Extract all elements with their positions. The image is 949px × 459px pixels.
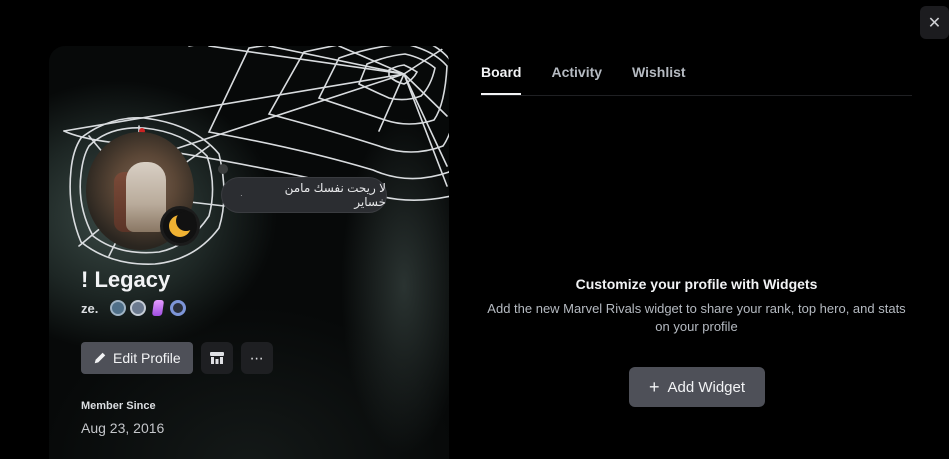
shop-icon [209, 352, 224, 364]
tab-divider [481, 95, 912, 96]
custom-status-text: لا ريحت نفسك مامن خساير [284, 181, 386, 209]
boost-level-icon[interactable] [170, 300, 187, 316]
pencil-icon [94, 352, 106, 364]
profile-card: · لا ريحت نفسك مامن خساير ! Legacy ze. E… [49, 46, 449, 459]
boost-gem-icon[interactable] [152, 300, 165, 316]
edit-profile-button[interactable]: Edit Profile [81, 342, 193, 374]
profile-actions: Edit Profile ⋯ [81, 342, 273, 374]
add-widget-label: Add Widget [667, 378, 746, 396]
idle-status-indicator [160, 206, 200, 246]
hypesquad-icon[interactable] [110, 300, 127, 316]
custom-status-bubble[interactable]: · لا ريحت نفسك مامن خساير [221, 177, 387, 213]
profile-tabs: Board Activity Wishlist [481, 64, 686, 95]
add-widget-button[interactable]: + Add Widget [629, 367, 765, 407]
member-since-date: Aug 23, 2016 [81, 420, 165, 436]
username-row: ze. [81, 300, 187, 316]
tab-wishlist[interactable]: Wishlist [632, 64, 686, 95]
edit-profile-label: Edit Profile [113, 350, 181, 366]
nitro-icon[interactable] [130, 300, 147, 316]
status-lead-dot: · [240, 190, 243, 200]
plus-icon: + [648, 377, 660, 397]
moon-icon [169, 211, 196, 237]
display-name: ! Legacy [81, 267, 171, 292]
widgets-empty-title: Customize your profile with Widgets [575, 276, 818, 292]
profile-modal: ✕ · لا ريحت نفسك مامن خساير ! Legacy ze.… [0, 0, 949, 459]
close-button[interactable]: ✕ [920, 6, 949, 39]
shop-button[interactable] [200, 342, 233, 374]
more-options-button[interactable]: ⋯ [240, 342, 273, 374]
tab-activity[interactable]: Activity [551, 64, 602, 95]
more-icon: ⋯ [249, 349, 264, 366]
username: ze. [81, 300, 99, 316]
status-bubble-tail [218, 164, 228, 174]
spider-web-decoration [63, 46, 449, 265]
member-since-label: Member Since [81, 400, 156, 412]
widgets-empty-description: Add the new Marvel Rivals widget to shar… [487, 301, 906, 334]
tab-board[interactable]: Board [481, 64, 522, 95]
close-icon: ✕ [927, 14, 942, 32]
